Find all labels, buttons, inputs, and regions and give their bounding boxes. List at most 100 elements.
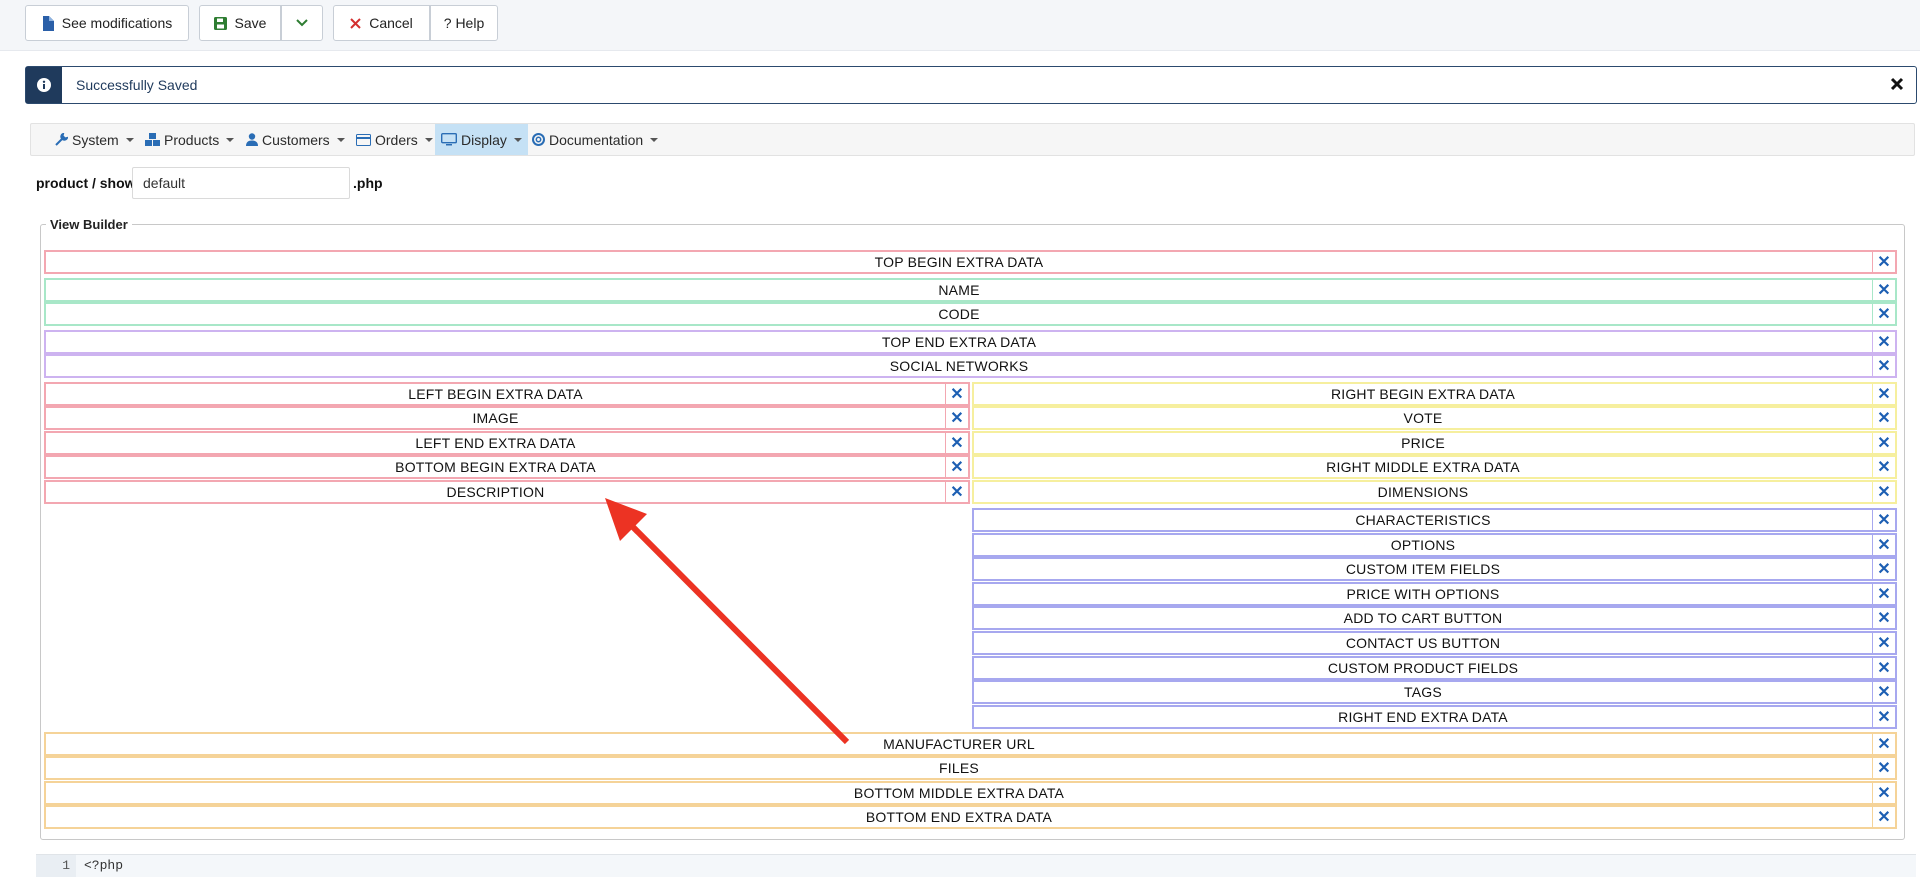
block-top-end-extra-data[interactable]: TOP END EXTRA DATA ✕ (44, 330, 1897, 354)
block-left-end-extra-data[interactable]: LEFT END EXTRA DATA ✕ (44, 431, 970, 455)
block-contact-us-button[interactable]: CONTACT US BUTTON ✕ (972, 631, 1897, 655)
filename-suffix: .php (353, 175, 383, 191)
alert-close-button[interactable] (1886, 73, 1908, 95)
remove-block-icon[interactable]: ✕ (1872, 559, 1895, 580)
block-label: DESCRIPTION (446, 484, 545, 500)
close-icon (1890, 77, 1904, 91)
block-price-with-options[interactable]: PRICE WITH OPTIONS ✕ (972, 581, 1897, 606)
block-image[interactable]: IMAGE ✕ (44, 406, 970, 430)
block-label: TOP END EXTRA DATA (881, 334, 1037, 350)
main-menu-bar: System Products Customers Orders Display… (30, 123, 1915, 156)
save-label: Save (234, 15, 267, 31)
remove-block-icon[interactable]: ✕ (1872, 608, 1895, 629)
remove-block-icon[interactable]: ✕ (1872, 457, 1895, 477)
menu-label: System (72, 131, 119, 148)
block-left-begin-extra-data[interactable]: LEFT BEGIN EXTRA DATA ✕ (44, 382, 970, 406)
caret-down-icon (650, 137, 659, 142)
block-label: PRICE (1401, 435, 1445, 451)
remove-block-icon[interactable]: ✕ (1872, 758, 1895, 778)
block-characteristics[interactable]: CHARACTERISTICS ✕ (972, 508, 1897, 532)
block-code[interactable]: CODE ✕ (44, 302, 1897, 326)
remove-block-icon[interactable]: ✕ (1872, 657, 1895, 678)
block-right-end-extra-data[interactable]: RIGHT END EXTRA DATA ✕ (972, 704, 1897, 729)
remove-block-icon[interactable]: ✕ (1872, 280, 1895, 300)
help-button[interactable]: ? Help (430, 5, 498, 41)
block-add-to-cart-button[interactable]: ADD TO CART BUTTON ✕ (972, 606, 1897, 631)
menu-item-display[interactable]: Display (435, 124, 528, 155)
top-toolbar: See modifications Save Cancel ? Help (0, 0, 1920, 51)
block-options[interactable]: OPTIONS ✕ (972, 532, 1897, 557)
filename-prefix: product / show_ (36, 175, 144, 191)
remove-block-icon[interactable]: ✕ (1872, 783, 1895, 803)
block-bottom-middle-extra-data[interactable]: BOTTOM MIDDLE EXTRA DATA ✕ (44, 781, 1897, 805)
block-price[interactable]: PRICE ✕ (972, 431, 1897, 455)
block-right-middle-extra-data[interactable]: RIGHT MIDDLE EXTRA DATA ✕ (972, 455, 1897, 479)
remove-block-icon[interactable]: ✕ (1872, 807, 1895, 827)
remove-block-icon[interactable]: ✕ (1872, 482, 1895, 502)
cancel-button[interactable]: Cancel (333, 5, 430, 41)
menu-item-orders[interactable]: Orders (356, 124, 433, 155)
block-label: CUSTOM PRODUCT FIELDS (1327, 659, 1519, 676)
code-editor[interactable]: 1 <?php (36, 854, 1916, 877)
block-label: CUSTOM ITEM FIELDS (1345, 561, 1501, 578)
remove-block-icon[interactable]: ✕ (1872, 384, 1895, 404)
block-label: LEFT BEGIN EXTRA DATA (408, 386, 583, 402)
block-bottom-begin-extra-data[interactable]: BOTTOM BEGIN EXTRA DATA ✕ (44, 455, 970, 479)
remove-block-icon[interactable]: ✕ (1872, 682, 1895, 703)
user-icon (246, 133, 258, 146)
block-label: BOTTOM BEGIN EXTRA DATA (395, 459, 596, 475)
remove-block-icon[interactable]: ✕ (1872, 433, 1895, 453)
block-tags[interactable]: TAGS ✕ (972, 680, 1897, 705)
save-options-dropdown[interactable] (281, 5, 323, 41)
template-name-input[interactable] (132, 167, 350, 199)
remove-block-icon[interactable]: ✕ (1872, 734, 1895, 754)
menu-item-system[interactable]: System (55, 124, 134, 155)
code-line: <?php (84, 858, 124, 873)
info-icon (26, 67, 62, 103)
credit-card-icon (356, 133, 371, 146)
block-social-networks[interactable]: SOCIAL NETWORKS ✕ (44, 354, 1897, 378)
block-label: NAME (938, 282, 980, 298)
remove-block-icon[interactable]: ✕ (1872, 633, 1895, 653)
block-label: CONTACT US BUTTON (1345, 635, 1501, 651)
file-icon (42, 15, 54, 31)
menu-label: Products (164, 131, 220, 148)
remove-block-icon[interactable]: ✕ (945, 482, 968, 502)
help-label: ? Help (443, 15, 485, 31)
menu-item-documentation[interactable]: Documentation (532, 124, 659, 155)
remove-block-icon[interactable]: ✕ (1872, 510, 1895, 530)
block-dimensions[interactable]: DIMENSIONS ✕ (972, 480, 1897, 504)
floppy-disk-icon (213, 16, 227, 30)
menu-item-customers[interactable]: Customers (246, 124, 345, 155)
block-manufacturer-url[interactable]: MANUFACTURER URL ✕ (44, 732, 1897, 756)
block-label: MANUFACTURER URL (883, 736, 1035, 752)
menu-item-products[interactable]: Products (145, 124, 235, 155)
remove-block-icon[interactable]: ✕ (1872, 706, 1895, 727)
remove-block-icon[interactable]: ✕ (1872, 534, 1895, 555)
block-bottom-end-extra-data[interactable]: BOTTOM END EXTRA DATA ✕ (44, 805, 1897, 829)
block-vote[interactable]: VOTE ✕ (972, 406, 1897, 430)
block-label: FILES (939, 760, 979, 776)
block-label: RIGHT BEGIN EXTRA DATA (1330, 386, 1516, 402)
save-button[interactable]: Save (199, 5, 281, 41)
remove-block-icon[interactable]: ✕ (1872, 356, 1895, 376)
block-right-begin-extra-data[interactable]: RIGHT BEGIN EXTRA DATA ✕ (972, 382, 1897, 406)
block-label: LEFT END EXTRA DATA (415, 435, 576, 451)
block-top-begin-extra-data[interactable]: TOP BEGIN EXTRA DATA ✕ (44, 250, 1897, 274)
remove-block-icon[interactable]: ✕ (945, 408, 968, 428)
remove-block-icon[interactable]: ✕ (945, 384, 968, 404)
block-custom-item-fields[interactable]: CUSTOM ITEM FIELDS ✕ (972, 557, 1897, 582)
block-files[interactable]: FILES ✕ (44, 756, 1897, 780)
remove-block-icon[interactable]: ✕ (945, 457, 968, 477)
remove-block-icon[interactable]: ✕ (1872, 408, 1895, 428)
block-description[interactable]: DESCRIPTION ✕ (44, 480, 970, 504)
remove-block-icon[interactable]: ✕ (1872, 332, 1895, 352)
remove-block-icon[interactable]: ✕ (1872, 304, 1895, 324)
remove-block-icon[interactable]: ✕ (945, 433, 968, 453)
remove-block-icon[interactable]: ✕ (1872, 583, 1895, 604)
block-label: ADD TO CART BUTTON (1343, 610, 1503, 627)
see-modifications-button[interactable]: See modifications (25, 5, 189, 41)
block-custom-product-fields[interactable]: CUSTOM PRODUCT FIELDS ✕ (972, 655, 1897, 680)
block-name[interactable]: NAME ✕ (44, 278, 1897, 302)
remove-block-icon[interactable]: ✕ (1872, 252, 1895, 272)
